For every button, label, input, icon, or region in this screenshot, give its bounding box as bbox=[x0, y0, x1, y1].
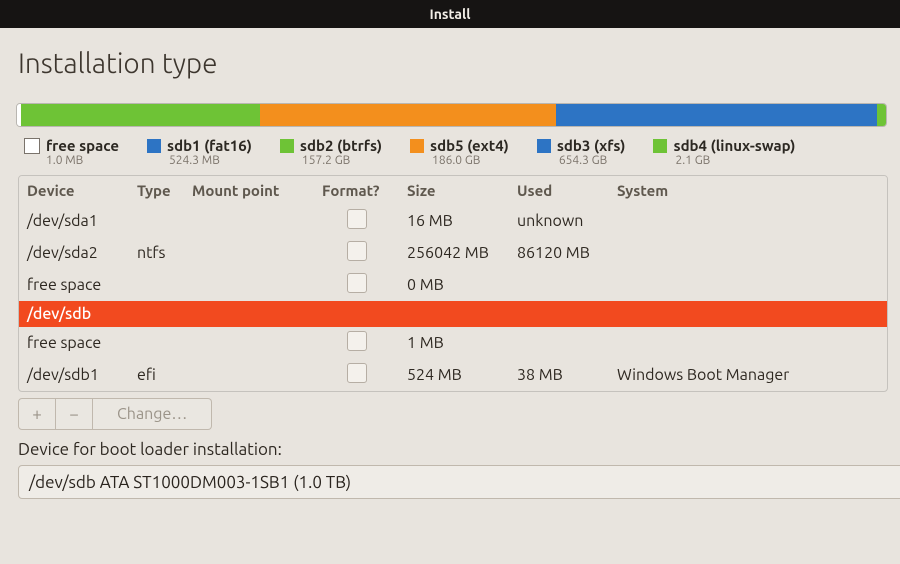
cell-size bbox=[399, 301, 509, 327]
legend-item: sdb5 (ext4)186.0 GB bbox=[410, 137, 509, 167]
partbar-segment-sdb4 bbox=[877, 104, 886, 126]
cell-system bbox=[609, 327, 887, 359]
cell-device: /dev/sdb1 bbox=[19, 359, 129, 391]
legend-item: sdb2 (btrfs)157.2 GB bbox=[280, 137, 382, 167]
partbar-segment-sdb1 bbox=[21, 104, 256, 126]
column-header[interactable]: Mount point bbox=[184, 176, 314, 205]
cell-used: unknown bbox=[509, 205, 609, 237]
cell-device: free space bbox=[19, 327, 129, 359]
cell-device: free space bbox=[19, 269, 129, 301]
format-checkbox[interactable] bbox=[347, 209, 367, 229]
legend-item: sdb4 (linux-swap)2.1 GB bbox=[653, 137, 795, 167]
legend-label: sdb4 (linux-swap) bbox=[673, 137, 795, 154]
legend-label: sdb2 (btrfs) bbox=[300, 137, 382, 154]
cell-device: /dev/sda1 bbox=[19, 205, 129, 237]
cell-device: /dev/sdb bbox=[19, 301, 129, 327]
window-title: Install bbox=[430, 6, 471, 22]
legend-label: sdb5 (ext4) bbox=[430, 137, 509, 154]
bootloader-label: Device for boot loader installation: bbox=[18, 440, 882, 459]
change-partition-button[interactable]: Change… bbox=[93, 398, 212, 430]
cell-used bbox=[509, 301, 609, 327]
table-row[interactable]: free space 1 MB bbox=[19, 327, 887, 359]
legend-size: 524.3 MB bbox=[169, 154, 252, 167]
format-checkbox[interactable] bbox=[347, 241, 367, 261]
legend-size: 1.0 MB bbox=[46, 154, 119, 167]
cell-system bbox=[609, 301, 887, 327]
cell-type bbox=[129, 269, 184, 301]
legend-swatch bbox=[537, 139, 551, 153]
column-header[interactable]: Device bbox=[19, 176, 129, 205]
legend-item: sdb1 (fat16)524.3 MB bbox=[147, 137, 252, 167]
cell-mount bbox=[184, 327, 314, 359]
bootloader-device-select[interactable]: /dev/sdb ATA ST1000DM003-1SB1 (1.0 TB) bbox=[18, 465, 900, 499]
bootloader-device-value: /dev/sdb ATA ST1000DM003-1SB1 (1.0 TB) bbox=[29, 473, 351, 492]
cell-type bbox=[129, 205, 184, 237]
partition-usage-bar bbox=[16, 103, 887, 127]
cell-device: /dev/sda2 bbox=[19, 237, 129, 269]
format-checkbox[interactable] bbox=[347, 363, 367, 383]
legend-size: 654.3 GB bbox=[559, 154, 626, 167]
cell-size: 256042 MB bbox=[399, 237, 509, 269]
cell-used: 86120 MB bbox=[509, 237, 609, 269]
cell-size: 0 MB bbox=[399, 269, 509, 301]
column-header[interactable]: Format? bbox=[314, 176, 399, 205]
legend-swatch bbox=[410, 139, 424, 153]
cell-size: 16 MB bbox=[399, 205, 509, 237]
format-checkbox[interactable] bbox=[347, 273, 367, 293]
cell-mount bbox=[184, 237, 314, 269]
partbar-segment-sdb5 bbox=[260, 104, 555, 126]
partition-actions: + − Change… bbox=[18, 398, 882, 430]
cell-system bbox=[609, 205, 887, 237]
cell-type bbox=[129, 327, 184, 359]
cell-mount bbox=[184, 269, 314, 301]
partition-legend: free space1.0 MB sdb1 (fat16)524.3 MB sdb2… bbox=[24, 137, 876, 167]
add-partition-button[interactable]: + bbox=[18, 398, 56, 430]
legend-label: free space bbox=[46, 137, 119, 154]
table-row[interactable]: /dev/sdb1efi 524 MB38 MBWindows Boot Mana… bbox=[19, 359, 887, 391]
partition-table[interactable]: DeviceTypeMount pointFormat?SizeUsedSyst… bbox=[18, 175, 888, 392]
partbar-segment-sdb3 bbox=[556, 104, 878, 126]
cell-system: Windows Boot Manager bbox=[609, 359, 887, 391]
table-row[interactable]: /dev/sdb bbox=[19, 301, 887, 327]
cell-used bbox=[509, 327, 609, 359]
cell-mount bbox=[184, 205, 314, 237]
format-checkbox[interactable] bbox=[347, 331, 367, 351]
cell-mount bbox=[184, 359, 314, 391]
page-content: Installation type free space1.0 MBsdb1 (… bbox=[0, 28, 900, 564]
legend-swatch bbox=[653, 139, 667, 153]
cell-size: 524 MB bbox=[399, 359, 509, 391]
legend-label: sdb3 (xfs) bbox=[557, 137, 626, 154]
table-row[interactable]: /dev/sda1 16 MBunknown bbox=[19, 205, 887, 237]
cell-system bbox=[609, 237, 887, 269]
window-titlebar: Install bbox=[0, 0, 900, 28]
cell-system bbox=[609, 269, 887, 301]
legend-size: 157.2 GB bbox=[302, 154, 382, 167]
cell-used bbox=[509, 269, 609, 301]
remove-partition-button[interactable]: − bbox=[56, 398, 93, 430]
cell-size: 1 MB bbox=[399, 327, 509, 359]
table-row[interactable]: free space 0 MB bbox=[19, 269, 887, 301]
column-header[interactable]: Used bbox=[509, 176, 609, 205]
cell-type: ntfs bbox=[129, 237, 184, 269]
column-header[interactable]: Type bbox=[129, 176, 184, 205]
column-header[interactable]: Size bbox=[399, 176, 509, 205]
cell-type bbox=[129, 301, 184, 327]
legend-swatch bbox=[24, 138, 40, 154]
cell-format bbox=[314, 301, 399, 327]
cell-type: efi bbox=[129, 359, 184, 391]
page-title: Installation type bbox=[18, 48, 882, 79]
cell-mount bbox=[184, 301, 314, 327]
legend-size: 186.0 GB bbox=[432, 154, 509, 167]
legend-item: free space1.0 MB bbox=[24, 137, 119, 167]
legend-size: 2.1 GB bbox=[675, 154, 795, 167]
legend-label: sdb1 (fat16) bbox=[167, 137, 252, 154]
legend-swatch bbox=[280, 139, 294, 153]
cell-used: 38 MB bbox=[509, 359, 609, 391]
column-header[interactable]: System bbox=[609, 176, 887, 205]
table-row[interactable]: /dev/sda2ntfs 256042 MB86120 MB bbox=[19, 237, 887, 269]
legend-item: sdb3 (xfs)654.3 GB bbox=[537, 137, 626, 167]
legend-swatch bbox=[147, 139, 161, 153]
